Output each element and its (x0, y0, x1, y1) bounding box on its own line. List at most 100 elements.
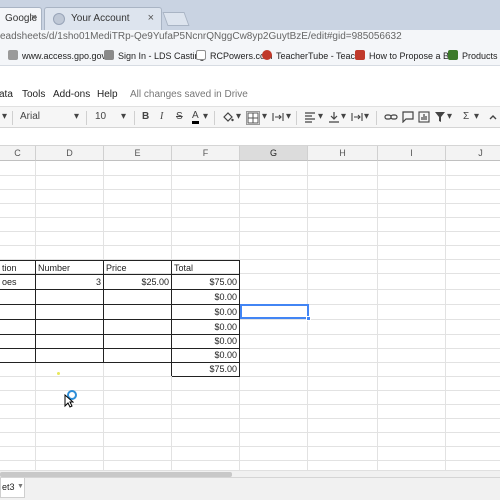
gridline (0, 175, 500, 176)
selected-cell-g[interactable] (240, 304, 309, 319)
table-cell[interactable]: $75.00 (172, 275, 239, 289)
bookmark-label: Products < (462, 51, 500, 61)
bookmark-label: How to Propose a Bil (369, 51, 454, 61)
column-header-i[interactable]: I (378, 146, 446, 161)
menu-add-ons[interactable]: Add-ons (53, 89, 90, 100)
close-icon[interactable]: × (148, 12, 154, 24)
mouse-cursor-icon (64, 394, 74, 408)
table-cell[interactable]: $0.00 (172, 320, 239, 334)
table-header-total[interactable]: Total (172, 261, 239, 275)
menu-data[interactable]: ata (0, 89, 13, 100)
toolbar-divider (86, 111, 87, 125)
chevron-down-icon[interactable]: ▾ (286, 111, 291, 122)
chevron-down-icon[interactable]: ▾ (474, 111, 479, 122)
table-header-description[interactable]: tion (0, 261, 35, 275)
fill-handle[interactable] (306, 316, 311, 321)
table-cell[interactable]: $0.00 (172, 334, 239, 348)
font-family-select[interactable]: Arial ▾ (20, 111, 82, 122)
horizontal-align-icon[interactable] (304, 111, 316, 126)
tab-your-account[interactable]: Your Account × (44, 7, 162, 30)
column-header-f[interactable]: F (172, 146, 240, 161)
chevron-down-icon[interactable]: ▾ (447, 111, 452, 122)
fill-color-icon[interactable] (222, 111, 234, 126)
comment-icon[interactable] (402, 111, 414, 126)
italic-button[interactable]: I (160, 111, 163, 122)
chevron-down-icon[interactable]: ▾ (341, 111, 346, 122)
gridline (0, 231, 500, 232)
toolbar-divider (134, 111, 135, 125)
table-cell[interactable]: $0.00 (172, 290, 239, 304)
tab-title: Your Account (71, 13, 130, 24)
bookmarks-bar: www.access.gpo.gov Sign In - LDS Casting… (0, 44, 500, 66)
close-icon[interactable]: × (31, 12, 37, 24)
browser-tab-strip: Google × Your Account × (0, 0, 500, 30)
sheet-tab-active[interactable]: et3 ▼ (0, 478, 25, 498)
horizontal-scrollbar[interactable] (0, 470, 500, 477)
spreadsheet-grid[interactable]: C D E F G H I J tion Number Price Total … (0, 146, 500, 470)
gridline (0, 203, 500, 204)
table-cell[interactable]: $0.00 (172, 305, 239, 319)
grand-total-cell[interactable]: $75.00 (172, 362, 239, 376)
gridline (0, 189, 500, 190)
bookmark-teachertube[interactable]: TeacherTube - Teach (262, 50, 360, 61)
menu-help[interactable]: Help (97, 89, 118, 100)
chevron-down-icon[interactable]: ▼ (17, 478, 24, 496)
new-tab-button[interactable] (162, 12, 190, 26)
column-header-d[interactable]: D (36, 146, 104, 161)
table-cell[interactable]: 3 (36, 275, 103, 289)
collapse-toolbar-icon[interactable] (488, 111, 498, 126)
chevron-down-icon[interactable]: ▾ (318, 111, 323, 122)
merge-cells-icon[interactable] (272, 111, 284, 126)
functions-button[interactable]: Σ (463, 111, 469, 122)
font-size-select[interactable]: 10 ▾ (95, 111, 129, 122)
chevron-down-icon[interactable]: ▾ (2, 111, 7, 122)
strikethrough-button[interactable]: S (176, 111, 183, 122)
chevron-down-icon[interactable]: ▾ (203, 111, 208, 122)
bookmark-label: TeacherTube - Teach (276, 51, 361, 61)
vertical-align-icon[interactable] (328, 111, 340, 126)
borders-icon[interactable] (246, 111, 260, 125)
bookmark-label: Sign In - LDS Casting (118, 51, 205, 61)
page-icon (104, 50, 114, 60)
column-header-h[interactable]: H (308, 146, 378, 161)
text-color-button[interactable]: A (192, 111, 199, 124)
gridline (0, 217, 500, 218)
tab-google[interactable]: Google × (0, 7, 42, 30)
bold-button[interactable]: B (142, 111, 149, 122)
gridline (377, 161, 378, 470)
cursor-highlight-dot (57, 372, 60, 375)
sheet-tab-bar: et3 ▼ (0, 477, 500, 500)
chevron-down-icon[interactable]: ▾ (236, 111, 241, 122)
insert-chart-icon[interactable] (418, 111, 430, 126)
formula-bar[interactable] (0, 128, 500, 146)
bookmark-lds-casting[interactable]: Sign In - LDS Casting (104, 50, 205, 61)
save-status: All changes saved in Drive (130, 89, 248, 100)
chevron-down-icon[interactable]: ▾ (364, 111, 369, 122)
table-header-price[interactable]: Price (104, 261, 171, 275)
bookmark-products[interactable]: Products < (448, 50, 500, 61)
chevron-down-icon: ▾ (121, 111, 127, 122)
sheet-tab-label: et3 (2, 482, 15, 492)
toolbar-divider (214, 111, 215, 125)
link-icon[interactable] (384, 111, 398, 126)
column-header-j[interactable]: J (446, 146, 500, 161)
table-cell[interactable]: $25.00 (104, 275, 171, 289)
toolbar-divider (376, 111, 377, 125)
menu-tools[interactable]: Tools (22, 89, 45, 100)
youtube-icon (355, 50, 365, 60)
bookmark-access-gpo[interactable]: www.access.gpo.gov (8, 50, 106, 61)
formatting-toolbar: ▾ Arial ▾ 10 ▾ B I S A ▾ ▾ ▾ ▾ ▾ ▾ ▾ ▾ Σ… (0, 106, 500, 128)
text-wrap-icon[interactable] (351, 111, 363, 126)
address-bar[interactable]: eadsheets/d/1sho01MediTRp-Qe9YufaP5NcnrQ… (0, 30, 500, 44)
filter-icon[interactable] (434, 111, 446, 126)
column-header-e[interactable]: E (104, 146, 172, 161)
table-cell[interactable]: oes (0, 275, 35, 289)
table-cell[interactable]: $0.00 (172, 348, 239, 362)
account-favicon-icon (53, 13, 65, 25)
sheets-menu-bar: ata Tools Add-ons Help All changes saved… (0, 66, 500, 106)
column-header-g[interactable]: G (240, 146, 308, 161)
chevron-down-icon[interactable]: ▾ (262, 111, 267, 122)
table-header-number[interactable]: Number (36, 261, 103, 275)
column-header-c[interactable]: C (0, 146, 36, 161)
bookmark-propose-bill[interactable]: How to Propose a Bil (355, 50, 453, 61)
